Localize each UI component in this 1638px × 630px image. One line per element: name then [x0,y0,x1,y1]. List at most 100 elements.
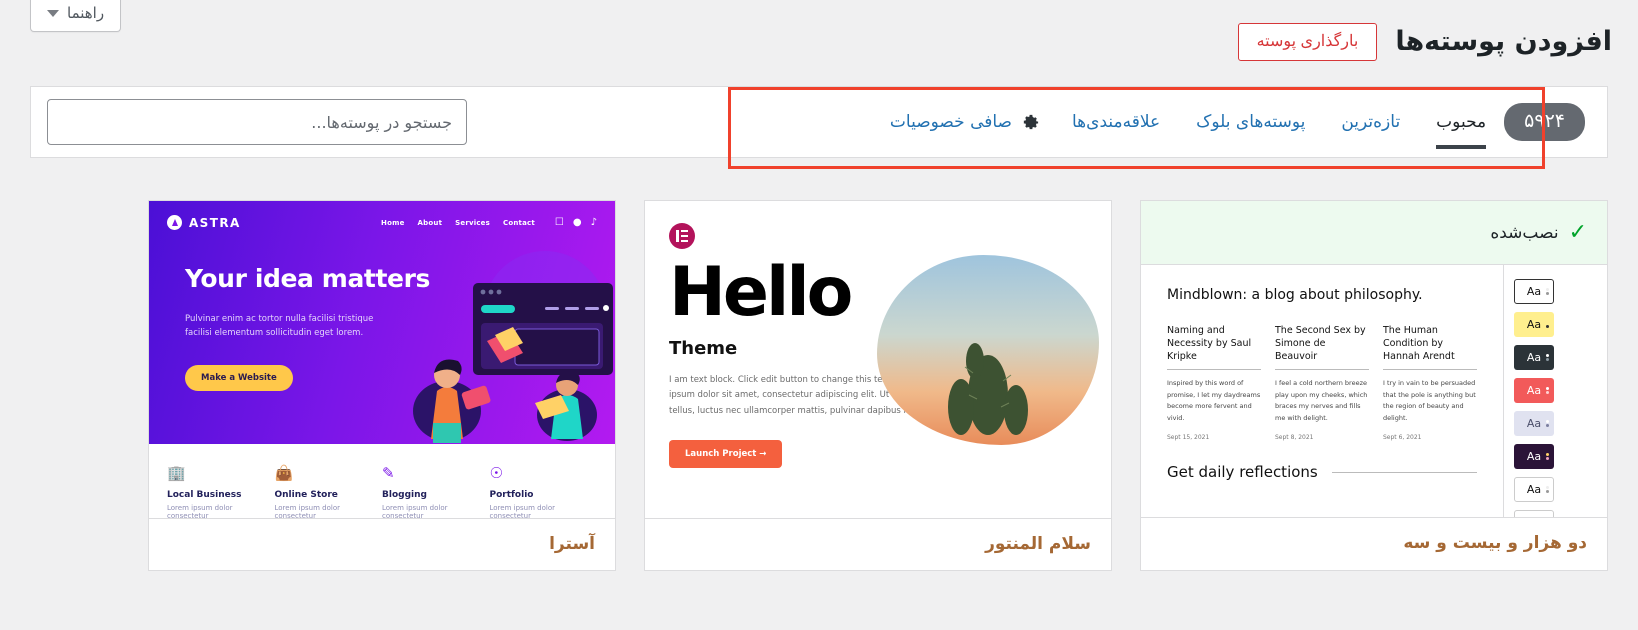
astra-cta-button: Make a Website [185,364,293,391]
filter-link-latest[interactable]: تازه‌ترین [1323,87,1418,157]
style-swatch-label: Aa [1526,384,1542,397]
gear-icon [1021,113,1040,132]
building-icon: 🏢 [167,464,186,482]
bag-icon: 👜 [274,464,294,482]
instagram-icon: ☐ [554,216,564,228]
installed-label: نصب‌شده [1490,222,1559,243]
tt3-post-excerpt: Inspired by this word of promise, I let … [1167,379,1261,422]
astra-nav-home: Home [381,218,405,227]
style-swatch: Aa [1514,477,1554,502]
style-swatch-dots [1546,452,1549,461]
check-icon: ✓ [1568,219,1587,245]
filter-link-block-themes[interactable]: پوسته‌های بلوک [1178,87,1323,157]
astra-logo-text: ASTRA [189,215,241,230]
theme-screenshot-astra: ASTRA Home About Services Contact ☐ ● ♪ [149,201,615,518]
astra-feature-title: Online Store [274,490,338,500]
style-swatch-dots [1546,386,1549,395]
style-swatch: Aa [1514,312,1554,337]
style-swatch: Aa [1514,510,1554,517]
page-title: افزودن پوسته‌ها [1395,26,1612,58]
style-swatch-label: Aa [1526,351,1542,364]
pencil-square-icon: ✎ [382,464,395,482]
tt3-post-excerpt: I try in vain to be persuaded that the p… [1383,379,1476,422]
installed-banner: ✓ نصب‌شده [1141,201,1607,265]
theme-name: سلام المنتور [645,518,1111,570]
tt3-post: The Human Condition by Hannah Arendt I t… [1383,325,1477,441]
astra-body: Pulvinar enim ac tortor nulla facilisi t… [185,313,374,338]
theme-card-hello-elementor[interactable]: Hello Theme I am text block. Click edit … [644,200,1112,571]
astra-feature-title: Portfolio [489,490,534,500]
astra-feature: 👜 Online Store Lorem ipsum dolor consect… [274,464,383,519]
theme-name: دو هزار و بیست و سه [1141,517,1607,569]
astra-feature: ✎ Blogging Lorem ipsum dolor consectetur [382,464,490,519]
style-swatch-dots [1546,320,1549,329]
style-swatch-label: Aa [1526,483,1542,496]
tt3-post-excerpt: I feel a cold northern breeze play upon … [1275,379,1368,422]
tt3-post-date: Sept 6, 2021 [1383,433,1422,441]
style-swatch-label: Aa [1526,285,1542,298]
astra-feature-title: Local Business [167,490,242,500]
check-circle-icon: ☉ [489,464,503,482]
astra-logo-icon [167,215,182,230]
theme-count-badge: ۵۹۲۴ [1504,103,1585,141]
tt3-style-swatches: AaAaAaAaAaAaAaAaAaAaAa [1503,265,1607,517]
theme-card-astra[interactable]: ASTRA Home About Services Contact ☐ ● ♪ [148,200,616,571]
tt3-footer-heading: Get daily reflections [1167,462,1318,481]
style-swatch: Aa [1514,444,1554,469]
page-header: افزودن پوسته‌ها بارگذاری پوسته [1237,8,1612,75]
feature-filter-button[interactable]: صافی خصوصیات [890,112,1054,132]
theme-screenshot-hello-elementor: Hello Theme I am text block. Click edit … [645,201,1111,518]
style-swatch-label: Aa [1526,318,1542,331]
style-swatch: Aa [1514,378,1554,403]
style-swatch-dots [1546,485,1549,494]
elementor-logo-icon [669,223,695,249]
tt3-title: Mindblown: a blog about philosophy. [1167,287,1423,303]
filter-link-favorites[interactable]: علاقه‌مندی‌ها [1054,87,1178,157]
astra-feature: ☉ Portfolio Lorem ipsum dolor consectetu… [489,464,598,519]
astra-feature-title: Blogging [382,490,427,500]
style-swatch: Aa [1514,345,1554,370]
help-tab-label: راهنما [67,4,105,22]
feature-filter-label: صافی خصوصیات [889,112,1012,132]
tt3-post: Naming and Necessity by Saul Kripke Insp… [1167,325,1261,441]
style-swatch-dots [1546,353,1549,362]
search-input[interactable] [47,99,467,145]
astra-illustration [413,251,613,443]
tt3-post-title: Naming and Necessity by Saul Kripke [1167,325,1261,371]
twitter-icon: ♪ [590,216,597,228]
theme-card-twentytwentythree[interactable]: ✓ نصب‌شده Mindblown: a blog about philos… [1140,200,1608,571]
astra-nav-contact: Contact [503,218,535,227]
tt3-post: The Second Sex by Simone de Beauvoir I f… [1275,325,1369,441]
style-swatch-dots [1546,419,1549,428]
theme-filter-bar: ۵۹۲۴ محبوب تازه‌ترین پوسته‌های بلوک علاق… [30,86,1608,158]
style-swatch-label: Aa [1526,417,1542,430]
style-swatch: Aa [1514,279,1554,304]
filter-links: ۵۹۲۴ محبوب تازه‌ترین پوسته‌های بلوک علاق… [890,87,1593,157]
astra-feature-text: Lorem ipsum dolor consectetur [489,504,555,518]
tt3-post-date: Sept 8, 2021 [1275,433,1314,441]
facebook-icon: ● [572,216,582,228]
theme-grid: ✓ نصب‌شده Mindblown: a blog about philos… [30,200,1608,571]
hello-cta-button: Launch Project → [669,439,783,468]
theme-screenshot-twentytwentythree: Mindblown: a blog about philosophy. Nami… [1141,265,1607,517]
astra-nav-menu: Home About Services Contact ☐ ● ♪ [381,216,597,228]
chevron-down-icon [47,9,59,17]
tt3-rule [1331,471,1477,473]
astra-feature: 🏢 Local Business Lorem ipsum dolor conse… [167,464,275,519]
tt3-post-date: Sept 15, 2021 [1167,433,1210,441]
hello-photo [877,255,1099,445]
help-tab[interactable]: راهنما [30,0,122,32]
astra-nav-about: About [417,218,443,227]
astra-feature-text: Lorem ipsum dolor consectetur [167,504,233,518]
style-swatch-label: Aa [1527,516,1541,517]
upload-theme-button[interactable]: بارگذاری پوسته [1237,22,1378,61]
astra-nav-services: Services [455,218,490,227]
astra-logo: ASTRA [167,215,241,230]
cactus-illustration [948,343,1028,435]
tt3-post-title: The Human Condition by Hannah Arendt [1383,325,1477,371]
filter-link-popular[interactable]: محبوب [1418,87,1504,157]
tt3-post-title: The Second Sex by Simone de Beauvoir [1275,325,1369,371]
astra-feature-text: Lorem ipsum dolor consectetur [274,504,340,518]
style-swatch: Aa [1514,411,1554,436]
theme-name: آسترا [149,518,615,570]
